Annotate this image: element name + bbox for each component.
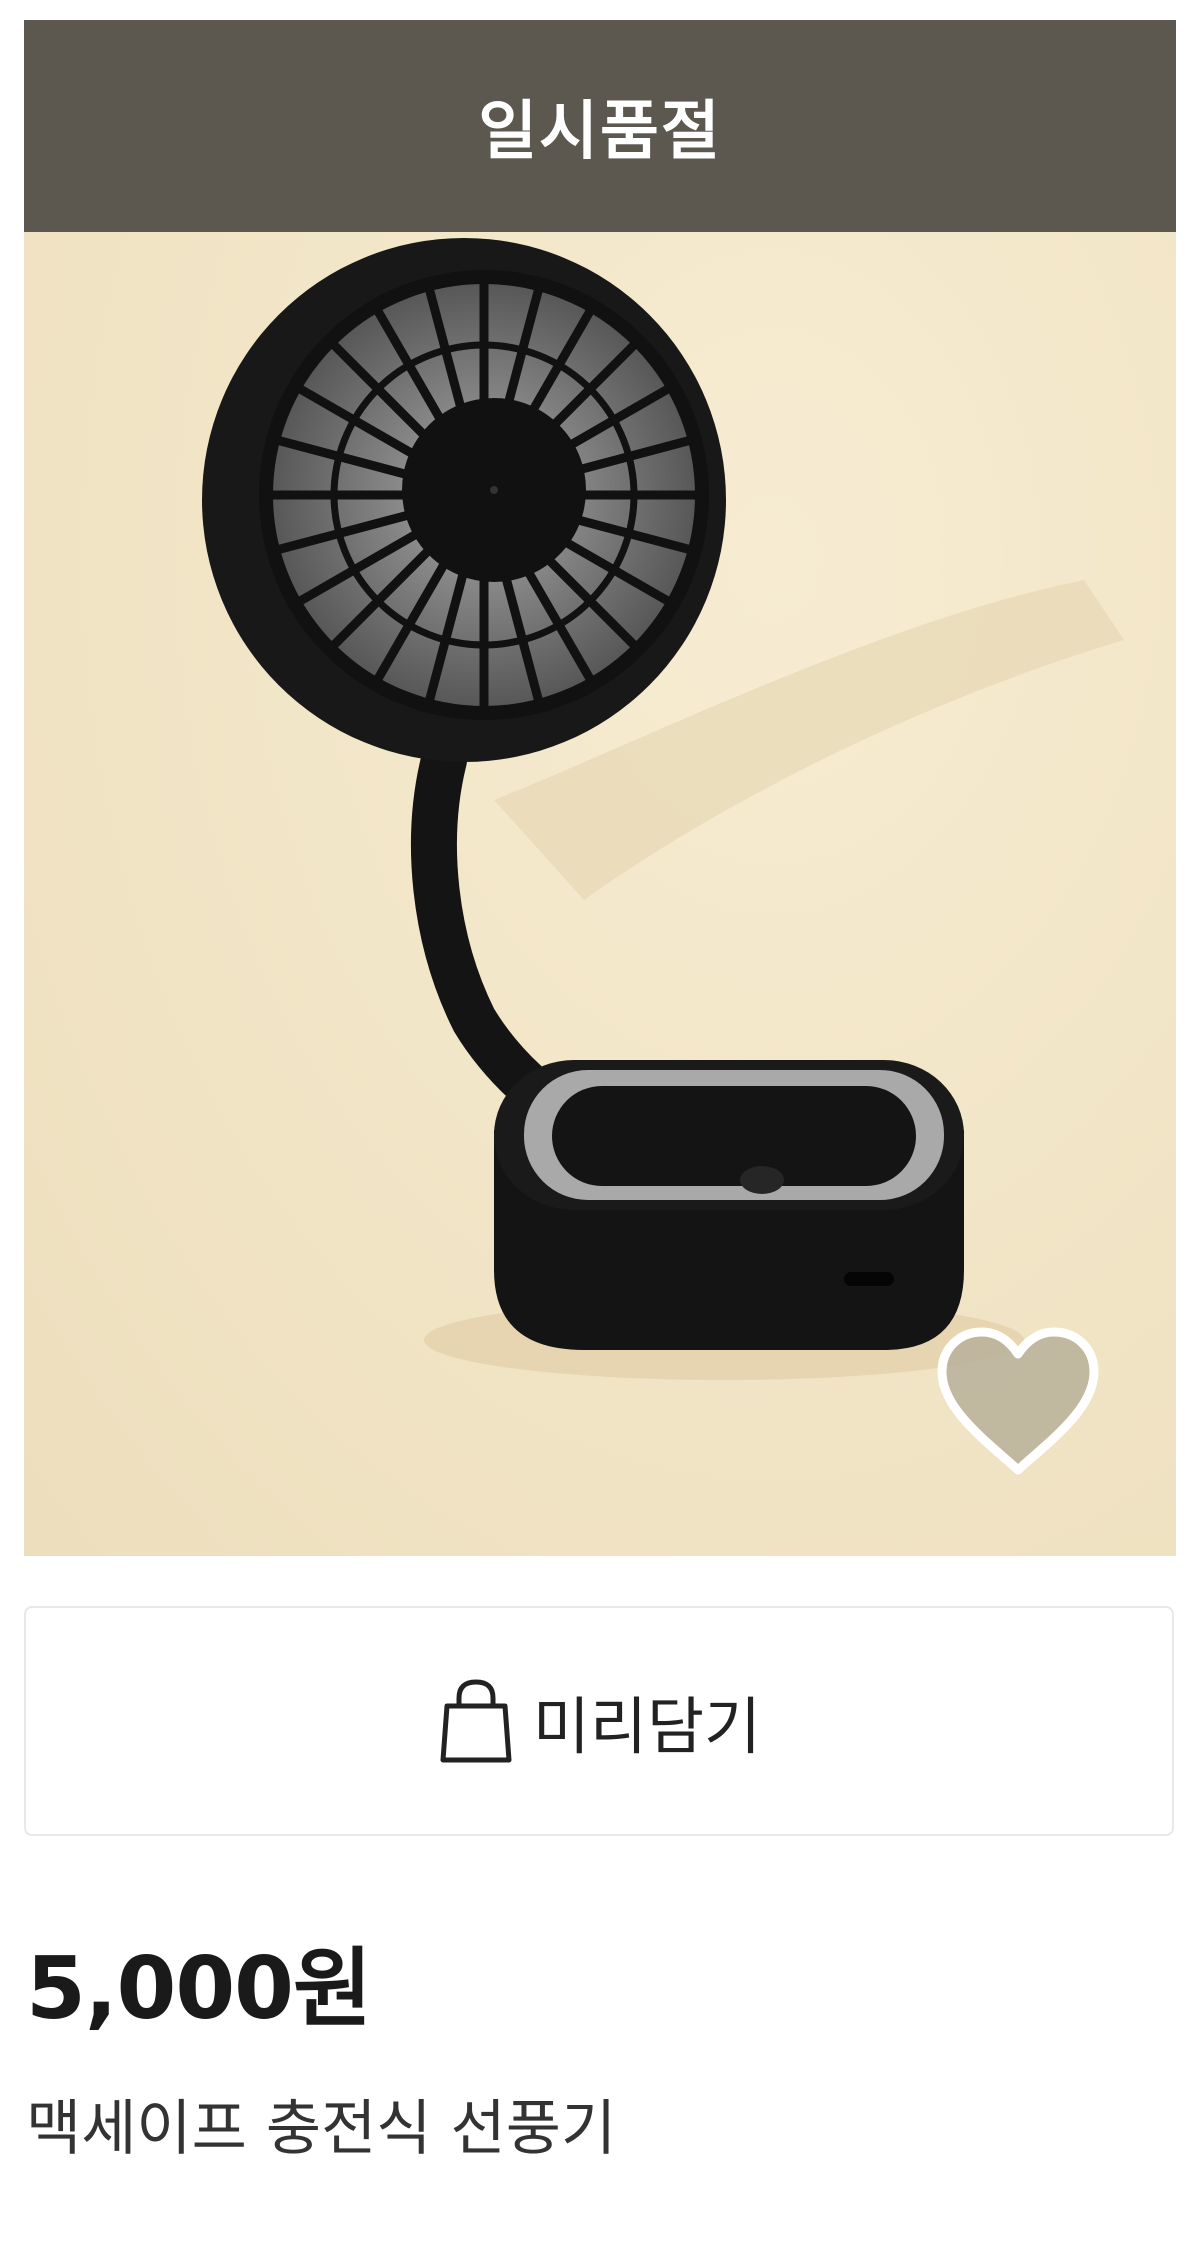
wishlist-button[interactable] xyxy=(930,1324,1106,1480)
product-price: 5,000원 xyxy=(26,1939,372,2039)
soldout-badge: 일시품절 xyxy=(24,20,1176,232)
add-to-cart-button[interactable]: 미리담기 xyxy=(24,1606,1174,1836)
heart-icon xyxy=(937,1327,1099,1475)
product-card[interactable]: 일시품절 미리담기 5,000원 맥세이프 충전식 선풍기 xyxy=(0,0,1200,2247)
shopping-bag-icon xyxy=(440,1679,512,1763)
product-image[interactable]: 일시품절 xyxy=(24,20,1176,1556)
cart-button-label: 미리담기 xyxy=(532,1690,762,1763)
product-name[interactable]: 맥세이프 충전식 선풍기 xyxy=(26,2080,616,2167)
